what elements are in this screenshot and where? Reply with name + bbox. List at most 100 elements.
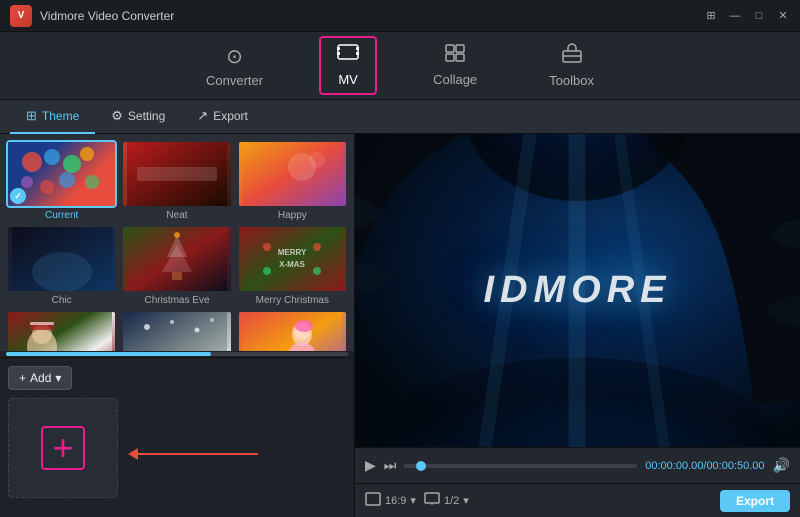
theme-thumb-snowy <box>121 310 232 351</box>
theme-name-neat: Neat <box>166 210 187 221</box>
theme-img-christmas-eve <box>123 227 230 291</box>
add-button[interactable]: + Add ▾ <box>8 366 72 390</box>
window-menu-btn[interactable]: ⊞ <box>704 9 718 23</box>
theme-name-current: Current <box>45 210 78 221</box>
theme-name-happy: Happy <box>278 210 307 221</box>
collage-label: Collage <box>433 72 477 87</box>
app-title: Vidmore Video Converter <box>40 9 174 23</box>
svg-text:MERRY: MERRY <box>278 248 307 257</box>
add-icon: + <box>19 371 26 385</box>
theme-name-chic: Chic <box>52 295 72 306</box>
converter-label: Converter <box>206 73 263 88</box>
time-current: 00:00:00.00 <box>645 460 703 472</box>
time-display: 00:00:00.00/00:00:50.00 <box>645 460 764 472</box>
play-button[interactable]: ▶ <box>365 457 376 474</box>
window-maximize-btn[interactable]: □ <box>752 9 766 23</box>
export-button[interactable]: Export <box>720 490 790 512</box>
theme-img-santa <box>8 312 115 351</box>
screen-label: 1/2 <box>444 495 459 507</box>
theme-name-christmas-eve: Christmas Eve <box>144 295 209 306</box>
next-button[interactable]: ⏭ <box>384 457 397 474</box>
theme-item-neat[interactable]: Neat <box>121 140 232 221</box>
mv-label: MV <box>338 72 358 87</box>
theme-scrollbar <box>0 351 354 357</box>
title-bar-controls: ⊞ — □ ✕ <box>704 9 790 23</box>
tab-collage[interactable]: Collage <box>417 38 493 93</box>
tab-toolbox[interactable]: Toolbox <box>533 37 610 94</box>
subtab-export[interactable]: ↗ Export <box>181 100 264 134</box>
bottom-controls: 16:9 ▾ 1/2 ▾ Export <box>355 483 800 517</box>
time-total: 00:00:50.00 <box>706 460 764 472</box>
export-label: Export <box>213 109 248 123</box>
aspect-ratio-selector[interactable]: 16:9 ▾ <box>365 492 416 509</box>
svg-text:X-MAS: X-MAS <box>279 260 305 269</box>
theme-img-neat <box>123 142 230 206</box>
mv-icon <box>337 44 359 68</box>
subtab-theme[interactable]: ⊞ Theme <box>10 100 95 134</box>
sub-tabs: ⊞ Theme ⚙ Setting ↗ Export <box>0 100 800 134</box>
theme-thumb-happy <box>237 140 348 208</box>
tab-converter[interactable]: ⊙ Converter <box>190 38 279 94</box>
main-area: ✓ Current Neat <box>0 134 800 517</box>
theme-item-merry-christmas[interactable]: MERRY X-MAS Merry Christmas <box>237 225 348 306</box>
theme-img-chic <box>8 227 115 291</box>
progress-bar[interactable] <box>404 464 637 468</box>
theme-item-snowy[interactable]: Snowy Night <box>121 310 232 351</box>
preview-area: IDMORE <box>355 134 800 447</box>
player-controls: ▶ ⏭ 00:00:00.00/00:00:50.00 🔊 <box>355 447 800 483</box>
nav-tabs: ⊙ Converter MV Collage <box>0 32 800 100</box>
media-placeholder-area: + <box>8 398 346 509</box>
window-close-btn[interactable]: ✕ <box>776 9 790 23</box>
add-bar: + Add ▾ <box>8 366 346 390</box>
theme-thumb-santa <box>6 310 117 351</box>
add-label: Add <box>30 371 51 385</box>
progress-thumb <box>416 461 426 471</box>
ratio-value: 16:9 <box>385 495 406 507</box>
theme-item-chic[interactable]: Chic <box>6 225 117 306</box>
toolbox-icon <box>561 43 583 69</box>
collage-icon <box>445 44 465 68</box>
theme-item-stripes[interactable]: Stripes & Waves <box>237 310 348 351</box>
ratio-icon <box>365 492 381 509</box>
theme-img-merry-christmas: MERRY X-MAS <box>239 227 346 291</box>
setting-label: Setting <box>128 109 165 123</box>
add-media-icon: + <box>41 426 85 470</box>
theme-thumb-neat <box>121 140 232 208</box>
theme-icon: ⊞ <box>26 108 37 124</box>
app-logo: V <box>10 5 32 27</box>
check-badge-current: ✓ <box>10 188 26 204</box>
screen-selector[interactable]: 1/2 ▾ <box>424 492 469 509</box>
toolbox-label: Toolbox <box>549 73 594 88</box>
red-arrow <box>128 448 258 460</box>
subtab-setting[interactable]: ⚙ Setting <box>95 100 181 134</box>
theme-img-snowy <box>123 312 230 351</box>
volume-button[interactable]: 🔊 <box>773 457 790 474</box>
theme-item-current[interactable]: ✓ Current <box>6 140 117 221</box>
title-bar: V Vidmore Video Converter ⊞ — □ ✕ <box>0 0 800 32</box>
arrow-head <box>128 448 138 460</box>
ratio-chevron: ▾ <box>410 494 416 507</box>
converter-icon: ⊙ <box>226 44 243 69</box>
media-slot-1[interactable]: + <box>8 398 118 498</box>
theme-item-christmas-eve[interactable]: Christmas Eve <box>121 225 232 306</box>
theme-name-merry-christmas: Merry Christmas <box>256 295 329 306</box>
theme-thumb-current: ✓ <box>6 140 117 208</box>
theme-thumb-chic <box>6 225 117 293</box>
theme-img-stripes <box>239 312 346 351</box>
add-dropdown-icon: ▾ <box>55 371 61 385</box>
window-minimize-btn[interactable]: — <box>728 9 742 23</box>
tab-mv[interactable]: MV <box>319 36 377 95</box>
scrollbar-thumb <box>6 352 211 356</box>
preview-title: IDMORE <box>484 269 672 312</box>
arrow-line <box>138 453 258 455</box>
left-panel: ✓ Current Neat <box>0 134 355 517</box>
export-icon: ↗ <box>197 108 208 124</box>
theme-label: Theme <box>42 109 79 123</box>
theme-item-happy[interactable]: Happy <box>237 140 348 221</box>
theme-img-happy <box>239 142 346 206</box>
theme-thumb-christmas-eve <box>121 225 232 293</box>
title-bar-left: V Vidmore Video Converter <box>10 5 174 27</box>
setting-icon: ⚙ <box>111 108 123 124</box>
theme-thumb-stripes <box>237 310 348 351</box>
theme-item-santa[interactable]: Santa Claus <box>6 310 117 351</box>
